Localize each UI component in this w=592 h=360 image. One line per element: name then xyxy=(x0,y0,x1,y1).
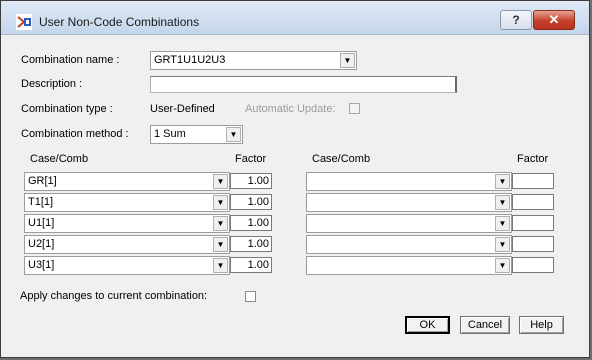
case-dropdown-right-4[interactable]: ▼ xyxy=(306,235,512,254)
chevron-down-icon[interactable]: ▼ xyxy=(213,174,228,189)
chevron-down-icon[interactable]: ▼ xyxy=(495,237,510,252)
apply-changes-label: Apply changes to current combination: xyxy=(20,290,208,302)
factor-input-right-4[interactable] xyxy=(512,236,554,252)
help-button[interactable]: Help xyxy=(519,316,564,334)
apply-changes-checkbox[interactable] xyxy=(245,291,256,302)
factor-input-left-3[interactable]: 1.00 xyxy=(230,215,272,231)
app-icon xyxy=(16,14,32,30)
case-dropdown-left-1[interactable]: GR[1] ▼ xyxy=(24,172,230,191)
cancel-button[interactable]: Cancel xyxy=(460,316,510,334)
factor-header-left: Factor xyxy=(235,153,267,165)
combination-type-label: Combination type : xyxy=(21,103,113,115)
case-dropdown-left-3[interactable]: U1[1] ▼ xyxy=(24,214,230,233)
case-dropdown-left-5[interactable]: U3[1] ▼ xyxy=(24,256,230,275)
automatic-update-checkbox[interactable] xyxy=(349,103,360,114)
chevron-down-icon[interactable]: ▼ xyxy=(226,127,241,142)
case-dropdown-right-5[interactable]: ▼ xyxy=(306,256,512,275)
factor-input-left-2[interactable]: 1.00 xyxy=(230,194,272,210)
combination-method-label: Combination method : xyxy=(21,128,129,140)
dialog-window: User Non-Code Combinations ? ✕ Combinati… xyxy=(0,0,590,358)
automatic-update-label: Automatic Update: xyxy=(245,103,336,115)
factor-input-right-2[interactable] xyxy=(512,194,554,210)
chevron-down-icon[interactable]: ▼ xyxy=(213,237,228,252)
case-dropdown-right-1[interactable]: ▼ xyxy=(306,172,512,191)
description-label: Description : xyxy=(21,78,83,90)
window-title: User Non-Code Combinations xyxy=(39,15,200,29)
combination-type-value: User-Defined xyxy=(150,103,215,115)
case-value: T1[1] xyxy=(28,196,54,208)
factor-input-left-4[interactable]: 1.00 xyxy=(230,236,272,252)
chevron-down-icon[interactable]: ▼ xyxy=(495,195,510,210)
combination-name-value: GRT1U1U2U3 xyxy=(154,54,226,66)
factor-input-right-1[interactable] xyxy=(512,173,554,189)
case-dropdown-right-3[interactable]: ▼ xyxy=(306,214,512,233)
case-dropdown-left-2[interactable]: T1[1] ▼ xyxy=(24,193,230,212)
case-dropdown-right-2[interactable]: ▼ xyxy=(306,193,512,212)
case-comb-header-right: Case/Comb xyxy=(312,153,371,165)
factor-input-right-3[interactable] xyxy=(512,215,554,231)
ok-button[interactable]: OK xyxy=(405,316,450,334)
combination-name-dropdown[interactable]: GRT1U1U2U3 ▼ xyxy=(150,51,357,70)
case-value: U1[1] xyxy=(28,217,55,229)
chevron-down-icon[interactable]: ▼ xyxy=(213,258,228,273)
title-bar: User Non-Code Combinations ? ✕ xyxy=(1,1,589,35)
chevron-down-icon[interactable]: ▼ xyxy=(495,216,510,231)
close-button[interactable]: ✕ xyxy=(533,10,575,30)
case-comb-header-left: Case/Comb xyxy=(30,153,89,165)
description-input[interactable] xyxy=(150,76,457,93)
dialog-body: Combination name : GRT1U1U2U3 ▼ Descript… xyxy=(9,41,581,351)
factor-input-left-5[interactable]: 1.00 xyxy=(230,257,272,273)
case-value: U2[1] xyxy=(28,238,55,250)
case-value: U3[1] xyxy=(28,259,55,271)
chevron-down-icon[interactable]: ▼ xyxy=(495,174,510,189)
chevron-down-icon[interactable]: ▼ xyxy=(213,195,228,210)
chevron-down-icon[interactable]: ▼ xyxy=(495,258,510,273)
case-value: GR[1] xyxy=(28,175,57,187)
combination-method-value: 1 Sum xyxy=(154,128,186,140)
chevron-down-icon[interactable]: ▼ xyxy=(213,216,228,231)
help-title-button[interactable]: ? xyxy=(500,10,532,30)
factor-input-right-5[interactable] xyxy=(512,257,554,273)
factor-input-left-1[interactable]: 1.00 xyxy=(230,173,272,189)
factor-header-right: Factor xyxy=(517,153,549,165)
combination-name-label: Combination name : xyxy=(21,54,120,66)
chevron-down-icon[interactable]: ▼ xyxy=(340,53,355,68)
case-dropdown-left-4[interactable]: U2[1] ▼ xyxy=(24,235,230,254)
combination-method-dropdown[interactable]: 1 Sum ▼ xyxy=(150,125,243,144)
